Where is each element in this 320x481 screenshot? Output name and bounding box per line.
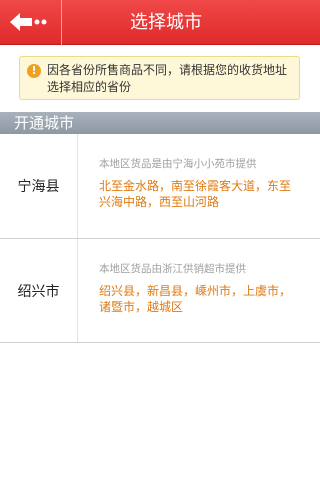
city-provider-text: 本地区货品由浙江供销超市提供: [99, 263, 246, 275]
notice-text: 因各省份所售商品不同，请根据您的收货地址选择相应的省份: [47, 63, 288, 94]
back-button[interactable]: [0, 0, 62, 45]
city-name: 绍兴市: [0, 239, 78, 342]
city-name: 宁海县: [0, 134, 78, 238]
app-root: 选择城市 ! 因各省份所售商品不同，请根据您的收货地址选择相应的省份 开通城市 …: [0, 0, 320, 481]
page-title: 选择城市: [130, 12, 202, 33]
header-bar: 选择城市: [0, 0, 320, 45]
city-row-ninghai[interactable]: 宁海县 本地区货品是由宁海小小苑市提供 北至金水路，南至徐霞客大道，东至兴海中路…: [0, 134, 320, 239]
city-provider-text: 本地区货品是由宁海小小苑市提供: [99, 158, 257, 170]
section-title: 开通城市: [14, 114, 75, 132]
city-areas-text: 绍兴县，新昌县，嵊州市，上虞市，诸暨市，越城区: [99, 284, 292, 314]
notice-box: ! 因各省份所售商品不同，请根据您的收货地址选择相应的省份: [19, 56, 300, 100]
info-icon: !: [27, 64, 41, 78]
city-areas-text: 北至金水路，南至徐霞客大道，东至兴海中路，西至山河路: [99, 179, 292, 209]
city-row-shaoxing[interactable]: 绍兴市 本地区货品由浙江供销超市提供 绍兴县，新昌县，嵊州市，上虞市，诸暨市，越…: [0, 239, 320, 343]
section-header: 开通城市: [0, 112, 320, 134]
